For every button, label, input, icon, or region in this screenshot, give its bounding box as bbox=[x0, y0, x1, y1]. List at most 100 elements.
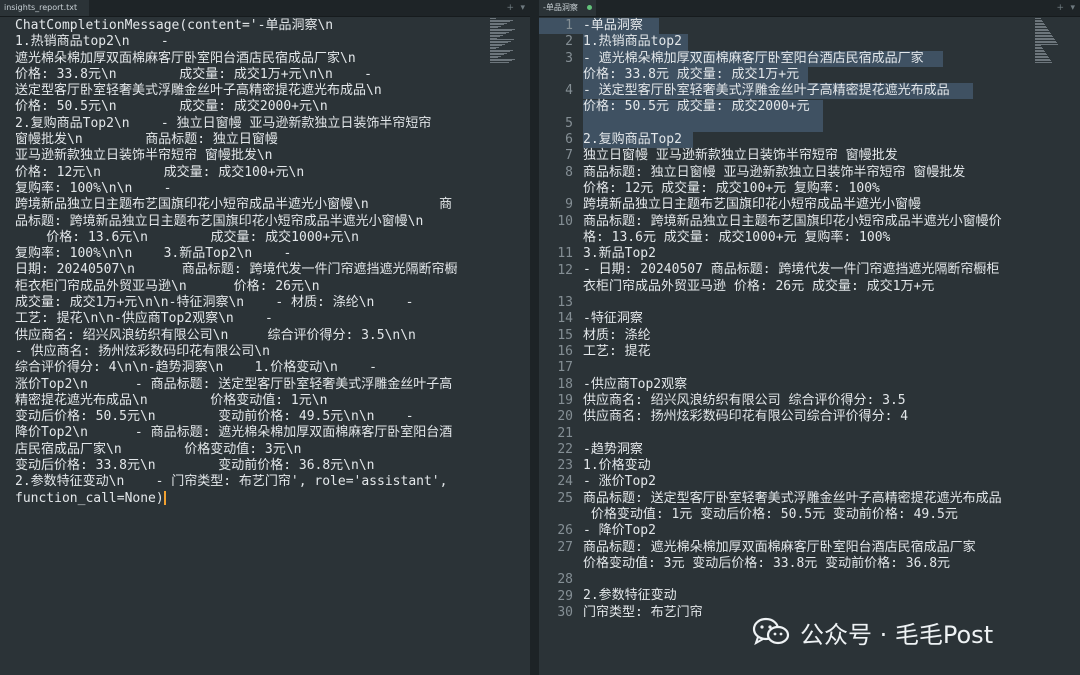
code-line: 跨境新品独立日主题布艺国旗印花小短帘成品半遮光小窗幔 bbox=[583, 197, 922, 213]
line-number: 15 bbox=[557, 327, 573, 343]
code-line: 2.复购商品Top2 bbox=[583, 132, 682, 148]
line-number: 6 bbox=[565, 132, 573, 148]
line-number: 12 bbox=[557, 262, 573, 278]
code-line: 价格: 50.5元 成交量: 成交2000+元 bbox=[583, 99, 810, 115]
line-number: 1 bbox=[565, 18, 573, 33]
line-number: 28 bbox=[557, 572, 573, 588]
line-number: 3 bbox=[565, 50, 573, 66]
code-line: - 涨价Top2 bbox=[583, 474, 656, 490]
code-line: 柜衣柜门帘成品外贸亚马逊\n 价格: 26元\n bbox=[15, 278, 320, 294]
line-number: 9 bbox=[565, 197, 573, 213]
code-line: 供应商名: 绍兴风浪纺织有限公司\n 综合评价得分: 3.5\n\n bbox=[15, 327, 416, 343]
code-line: 亚马逊新款独立日装饰半帘短帘 窗幔批发\n bbox=[15, 148, 273, 164]
line-number: 17 bbox=[557, 360, 573, 376]
code-line: 1.热销商品top2 bbox=[583, 34, 682, 50]
add-tab-icon[interactable]: + bbox=[506, 0, 514, 16]
code-line: 工艺: 提花\n\n-供应商Top2观察\n - bbox=[15, 311, 273, 327]
left-editor-pane[interactable]: insights_report.txt + ▾ ChatCompletionMe… bbox=[0, 0, 530, 675]
line-number: 11 bbox=[557, 246, 573, 262]
line-number: 27 bbox=[557, 539, 573, 555]
line-number: 22 bbox=[557, 441, 573, 457]
line-number: 30 bbox=[557, 604, 573, 620]
code-line: - 遮光棉朵棉加厚双面棉麻客厅卧室阳台酒店民宿成品厂家 bbox=[583, 50, 924, 66]
code-line: - 送定型客厅卧室轻奢美式浮雕金丝叶子高精密提花遮光布成品 bbox=[583, 83, 950, 99]
code-line: 2.参数特征变动\n - 门帘类型: 布艺门帘', role='assistan… bbox=[15, 474, 448, 490]
tab-insights-report[interactable]: insights_report.txt bbox=[0, 0, 90, 16]
code-line: function_call=None) bbox=[15, 490, 166, 506]
left-code-area[interactable]: ChatCompletionMessage(content='-单品洞察\n 1.… bbox=[15, 18, 458, 507]
code-line: ChatCompletionMessage(content='-单品洞察\n bbox=[15, 18, 334, 33]
line-number: 7 bbox=[565, 148, 573, 164]
line-number: 19 bbox=[557, 392, 573, 408]
code-line: 格: 13.6元 成交量: 成交1000+元 复购率: 100% bbox=[583, 229, 891, 245]
code-line: 遮光棉朵棉加厚双面棉麻客厅卧室阳台酒店民宿成品厂家\n bbox=[15, 50, 356, 66]
line-number: 23 bbox=[557, 458, 573, 474]
right-minimap[interactable] bbox=[1035, 18, 1061, 64]
code-line: 1.价格变动 bbox=[583, 458, 651, 474]
chevron-down-icon[interactable]: ▾ bbox=[1070, 0, 1075, 16]
add-tab-icon[interactable]: + bbox=[1056, 0, 1064, 16]
code-line: 复购率: 100%\n\n - bbox=[15, 180, 172, 196]
unsaved-dot-icon bbox=[586, 5, 592, 10]
code-line: 2.复购商品Top2\n - 独立日窗幔 亚马逊新款独立日装饰半帘短帘 bbox=[15, 115, 432, 131]
pane-divider[interactable] bbox=[530, 0, 539, 675]
code-line: - 供应商名: 扬州炫彩数码印花有限公司\n bbox=[15, 343, 270, 359]
watermark: 公众号 · 毛毛Post bbox=[752, 615, 993, 649]
code-line: - 日期: 20240507 商品标题: 跨境代发一件门帘遮挡遮光隔断帘橱柜 bbox=[583, 262, 1000, 278]
line-number: 25 bbox=[557, 490, 573, 506]
code-line: 送定型客厅卧室轻奢美式浮雕金丝叶子高精密提花遮光布成品\n bbox=[15, 83, 382, 99]
code-line: -特征洞察 bbox=[583, 311, 643, 327]
line-number: 20 bbox=[557, 409, 573, 425]
line-number: 4 bbox=[565, 83, 573, 99]
line-number: 26 bbox=[557, 523, 573, 539]
code-line: 跨境新品独立日主题布艺国旗印花小短帘成品半遮光小窗幔\n 商 bbox=[15, 197, 453, 213]
code-line: 降价Top2\n - 商品标题: 遮光棉朵棉加厚双面棉麻客厅卧室阳台酒 bbox=[15, 425, 453, 441]
code-line: 1.热销商品top2\n - bbox=[15, 34, 169, 50]
left-minimap[interactable] bbox=[490, 18, 516, 64]
code-line: 价格: 50.5元\n 成交量: 成交2000+元\n bbox=[15, 99, 328, 115]
code-line: 3.新品Top2 bbox=[583, 246, 656, 262]
line-number: 10 bbox=[557, 213, 573, 229]
line-number: 21 bbox=[557, 425, 573, 441]
line-number: 5 bbox=[565, 115, 573, 131]
code-line: -供应商Top2观察 bbox=[583, 376, 688, 392]
line-number: 8 bbox=[565, 164, 573, 180]
code-line: 精密提花遮光布成品\n 价格变动值: 1元\n bbox=[15, 392, 328, 408]
code-line: 店民宿成品厂家\n 价格变动值: 3元\n bbox=[15, 441, 302, 457]
code-line: 价格: 33.8元 成交量: 成交1万+元 bbox=[583, 66, 800, 82]
code-line: 价格: 33.8元\n 成交量: 成交1万+元\n\n - bbox=[15, 66, 372, 82]
code-line: 涨价Top2\n - 商品标题: 送定型客厅卧室轻奢美式浮雕金丝叶子高 bbox=[15, 376, 453, 392]
code-line: 独立日窗幔 亚马逊新款独立日装饰半帘短帘 窗幔批发 bbox=[583, 148, 898, 164]
left-tab-bar: insights_report.txt + ▾ bbox=[0, 0, 530, 17]
code-line: 价格: 12元\n 成交量: 成交100+元\n bbox=[15, 164, 305, 180]
code-line: -趋势洞察 bbox=[583, 441, 643, 457]
code-line: 窗幔批发\n 商品标题: 独立日窗幔 bbox=[15, 132, 278, 148]
code-line: -单品洞察 bbox=[583, 18, 643, 33]
tab-untitled[interactable]: -单品洞察 bbox=[539, 0, 596, 16]
code-line: 商品标题: 送定型客厅卧室轻奢美式浮雕金丝叶子高精密提花遮光布成品 bbox=[583, 490, 1002, 506]
code-line: 变动后价格: 33.8元\n 变动前价格: 36.8元\n\n bbox=[15, 458, 375, 474]
code-line: 衣柜门帘成品外贸亚马逊 价格: 26元 成交量: 成交1万+元 bbox=[583, 278, 935, 294]
code-line: - 降价Top2 bbox=[583, 523, 656, 539]
chevron-down-icon[interactable]: ▾ bbox=[520, 0, 525, 16]
text-caret bbox=[163, 491, 166, 506]
tab-title: insights_report.txt bbox=[4, 3, 78, 12]
line-number: 24 bbox=[557, 474, 573, 490]
code-line: 商品标题: 独立日窗幔 亚马逊新款独立日装饰半帘短帘 窗幔批发 bbox=[583, 164, 966, 180]
code-line: 品标题: 跨境新品独立日主题布艺国旗印花小短帘成品半遮光小窗幔\n bbox=[15, 213, 424, 229]
line-number: 2 bbox=[565, 34, 573, 50]
line-number: 14 bbox=[557, 311, 573, 327]
code-line: 价格变动值: 1元 变动后价格: 50.5元 变动前价格: 49.5元 bbox=[583, 506, 958, 522]
line-number: 18 bbox=[557, 376, 573, 392]
code-line: 价格: 12元 成交量: 成交100+元 复购率: 100% bbox=[583, 180, 880, 196]
right-editor-pane[interactable]: -单品洞察 + ▾ 1 2 3 4 5 6 7 8 9 10 11 12 13 14 15 16 17 18 19 2… bbox=[539, 0, 1080, 675]
right-tab-bar: -单品洞察 + ▾ bbox=[539, 0, 1080, 17]
code-line: 成交量: 成交1万+元\n\n-特征洞察\n - 材质: 涤纶\n - bbox=[15, 295, 414, 311]
right-code-area[interactable]: -单品洞察 1.热销商品top2- 遮光棉朵棉加厚双面棉麻客厅卧室阳台酒店民宿成品… bbox=[583, 18, 1002, 621]
code-line: 商品标题: 遮光棉朵棉加厚双面棉麻客厅卧室阳台酒店民宿成品厂家 bbox=[583, 539, 976, 555]
minimap-line bbox=[490, 61, 509, 63]
